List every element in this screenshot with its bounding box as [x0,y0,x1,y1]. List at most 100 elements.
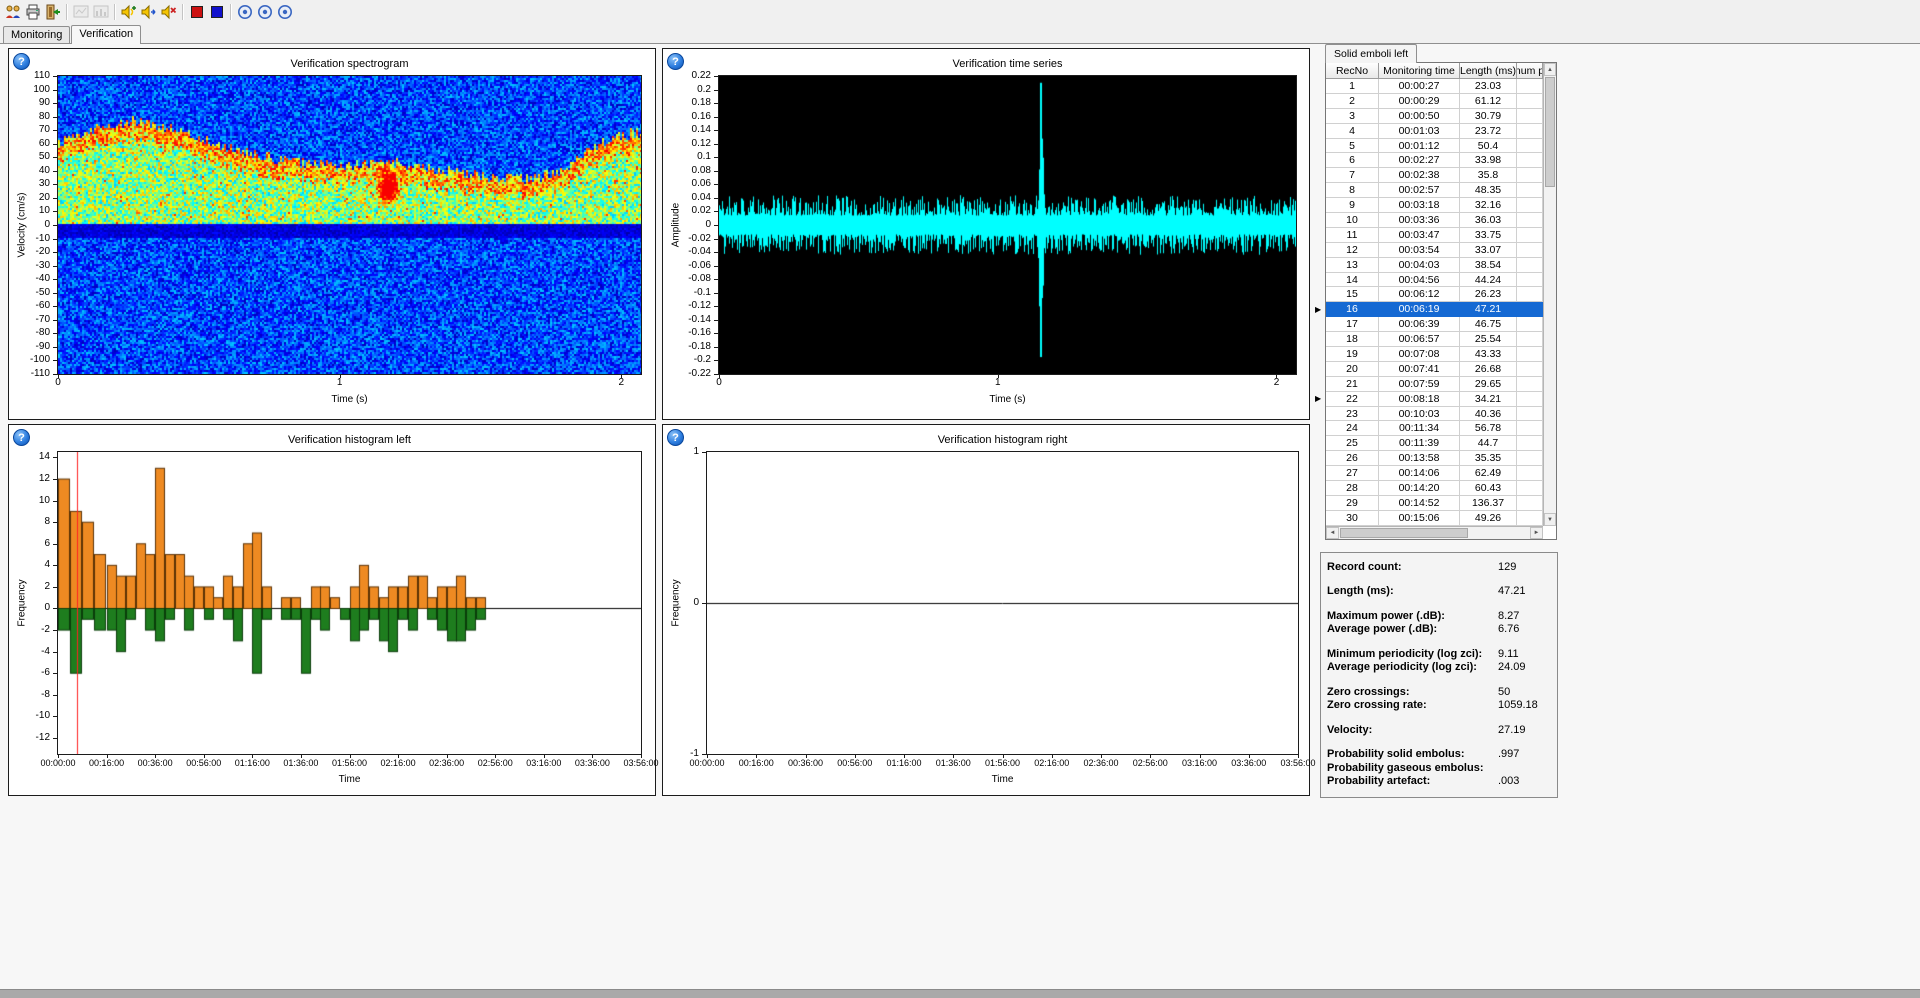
time-cell: 00:11:39 [1379,436,1460,451]
table-row[interactable]: 1300:04:0338.54 [1326,258,1543,273]
circle-nav3-icon[interactable] [275,2,295,22]
stat-value: 47.21 [1498,585,1526,597]
y-tick-mark [53,211,57,212]
column-header-length-ms-[interactable]: Length (ms) [1460,63,1517,79]
nump-cell [1517,287,1543,302]
stat-label: Probability gaseous embolus: [1321,762,1498,774]
help-icon[interactable]: ? [13,429,30,446]
patient-icon[interactable] [3,2,23,22]
scroll-right-button[interactable]: ► [1530,527,1543,539]
stat-label: Average periodicity (log zci): [1321,661,1498,673]
y-tick-label: -0.02 [663,234,711,244]
y-tick-mark [53,587,57,588]
time-cell: 00:03:18 [1379,198,1460,213]
stat-label: Probability artefact: [1321,775,1498,787]
exit-icon[interactable] [43,2,63,22]
y-tick-label: -90 [9,342,50,352]
scroll-up-button[interactable]: ▲ [1544,63,1556,76]
stat-value: 9.11 [1498,648,1519,660]
x-tick-mark [1200,755,1201,758]
table-row[interactable]: 2900:14:52136.37 [1326,496,1543,511]
table-row[interactable]: 1400:04:5644.24 [1326,273,1543,288]
nump-cell [1517,79,1543,94]
print-icon[interactable] [23,2,43,22]
table-row[interactable]: 200:00:2961.12 [1326,94,1543,109]
table-row[interactable]: 800:02:5748.35 [1326,183,1543,198]
help-icon[interactable]: ? [667,53,684,70]
time-cell: 00:01:03 [1379,124,1460,139]
table-row[interactable]: 100:00:2723.03 [1326,79,1543,94]
time-cell: 00:00:29 [1379,94,1460,109]
table-row[interactable]: 3000:15:0649.26 [1326,511,1543,526]
table-row[interactable]: 1700:06:3946.75 [1326,317,1543,332]
wav-delete-icon[interactable] [159,2,179,22]
column-header-monitoring-time[interactable]: Monitoring time [1379,63,1460,79]
tab-monitoring[interactable]: Monitoring [3,26,70,43]
x-axis-label: Time (s) [58,394,641,405]
y-tick-label: 0.06 [663,179,711,189]
table-row[interactable]: 2700:14:0662.49 [1326,466,1543,481]
recno-cell: 5 [1326,139,1379,154]
red-marker-icon[interactable] [187,2,207,22]
wav-new-icon[interactable] [119,2,139,22]
y-tick-label: 0.16 [663,112,711,122]
table-row[interactable]: 2100:07:5929.65 [1326,377,1543,392]
sidebar-tab-solid-emboli-left[interactable]: Solid emboli left [1325,44,1417,63]
blue-marker-icon[interactable] [207,2,227,22]
column-header-num-p[interactable]: num p [1517,63,1543,79]
horizontal-scrollbar[interactable]: ◄ ► [1326,526,1543,539]
y-tick-mark [702,452,706,453]
table-row[interactable]: 500:01:1250.4 [1326,139,1543,154]
table-row[interactable]: 700:02:3835.8 [1326,168,1543,183]
table-row[interactable]: 400:01:0323.72 [1326,124,1543,139]
recno-cell: 11 [1326,228,1379,243]
stat-row: Probability solid embolus:.997 [1321,748,1557,762]
nump-cell [1517,258,1543,273]
scroll-left-button[interactable]: ◄ [1326,527,1339,539]
table-row[interactable]: 1100:03:4733.75 [1326,228,1543,243]
table-row[interactable]: 2200:08:1834.21 [1326,392,1543,407]
scroll-down-button[interactable]: ▼ [1544,513,1556,526]
y-tick-label: 10 [9,496,50,506]
wav-export-icon[interactable] [139,2,159,22]
circle-nav2-icon[interactable] [255,2,275,22]
time-cell: 00:00:27 [1379,79,1460,94]
table-row[interactable]: 1200:03:5433.07 [1326,243,1543,258]
y-tick-mark [53,293,57,294]
tab-verification[interactable]: Verification [71,25,141,44]
table-row[interactable]: 2600:13:5835.35 [1326,451,1543,466]
x-tick-mark [707,755,708,758]
recno-cell: 30 [1326,511,1379,526]
help-icon[interactable]: ? [667,429,684,446]
y-tick-mark [714,90,718,91]
toolbar [0,0,1920,24]
y-tick-mark [702,754,706,755]
circle-nav1-icon[interactable] [235,2,255,22]
table-row[interactable]: 300:00:5030.79 [1326,109,1543,124]
table-row[interactable]: 2300:10:0340.36 [1326,407,1543,422]
horizontal-scrollbar-thumb[interactable] [1340,528,1468,538]
recno-cell: 28 [1326,481,1379,496]
x-tick-mark [447,755,448,758]
x-tick-mark [1003,755,1004,758]
table-row[interactable]: 1900:07:0843.33 [1326,347,1543,362]
x-tick-mark [301,755,302,758]
table-row[interactable]: 1800:06:5725.54 [1326,332,1543,347]
vertical-scrollbar-thumb[interactable] [1545,77,1555,187]
table-row[interactable]: 2500:11:3944.7 [1326,436,1543,451]
table-row[interactable]: 1500:06:1226.23 [1326,287,1543,302]
table-row[interactable]: 900:03:1832.16 [1326,198,1543,213]
time-cell: 00:07:08 [1379,347,1460,362]
stat-label: Velocity: [1321,724,1498,736]
table-row[interactable]: 2800:14:2060.43 [1326,481,1543,496]
table-row[interactable]: 1600:06:1947.21 [1326,302,1543,317]
table-row[interactable]: 1000:03:3636.03 [1326,213,1543,228]
vertical-scrollbar[interactable]: ▲ ▼ [1543,63,1556,526]
help-icon[interactable]: ? [13,53,30,70]
table-row[interactable]: 2000:07:4126.68 [1326,362,1543,377]
y-tick-mark [53,266,57,267]
table-row[interactable]: 600:02:2733.98 [1326,153,1543,168]
nump-cell [1517,496,1543,511]
column-header-recno[interactable]: RecNo [1326,63,1379,79]
table-row[interactable]: 2400:11:3456.78 [1326,421,1543,436]
